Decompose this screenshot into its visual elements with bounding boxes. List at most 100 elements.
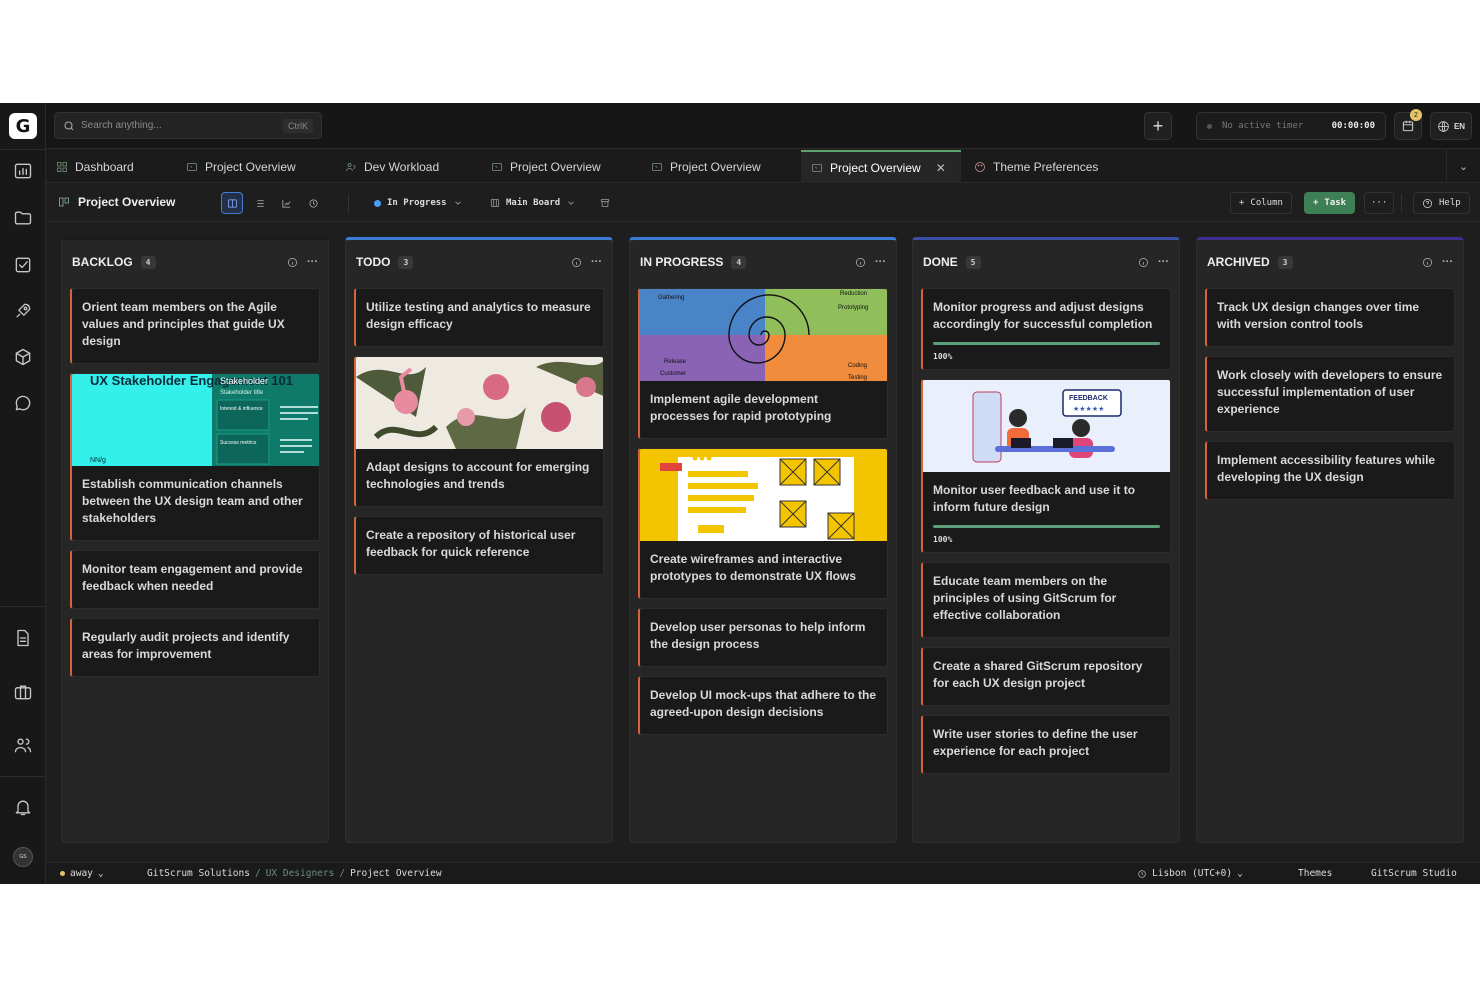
tab-project-overview-active[interactable]: Project Overview ✕ xyxy=(801,150,961,183)
tab-theme-preferences[interactable]: Theme Preferences xyxy=(964,150,1132,183)
presence-label: away xyxy=(70,868,93,879)
tab-project-overview[interactable]: Project Overview xyxy=(176,150,328,183)
add-column-button[interactable]: + Column xyxy=(1230,192,1292,214)
search-shortcut: CtrlK xyxy=(283,118,313,133)
tab-dev-workload[interactable]: Dev Workload xyxy=(335,150,475,183)
task-card[interactable]: Develop UI mock-ups that adhere to the a… xyxy=(638,676,888,735)
folder-icon[interactable] xyxy=(11,206,35,230)
tab-project-overview[interactable]: Project Overview xyxy=(481,150,633,183)
kanban-view-button[interactable] xyxy=(221,192,243,214)
board-select-value: Main Board xyxy=(506,198,561,208)
column-menu-icon[interactable]: ··· xyxy=(1442,256,1453,268)
task-card[interactable]: Create a repository of historical user f… xyxy=(354,516,604,575)
info-icon[interactable] xyxy=(571,257,582,268)
progress-percent: 100% xyxy=(933,352,953,361)
language-button[interactable]: EN xyxy=(1430,112,1472,140)
archive-button[interactable] xyxy=(600,194,610,212)
team-icon[interactable] xyxy=(11,733,35,757)
info-icon[interactable] xyxy=(287,257,298,268)
column-menu-icon[interactable]: ··· xyxy=(875,256,886,268)
list-view-button[interactable] xyxy=(249,192,271,214)
close-tab-icon[interactable]: ✕ xyxy=(936,161,946,175)
column-archived: ARCHIVED 3 ··· Track UX design changes o… xyxy=(1196,237,1464,843)
user-avatar[interactable]: GS xyxy=(13,847,33,867)
board-select-dropdown[interactable]: Main Board xyxy=(490,194,576,212)
task-card[interactable]: Gathering Reduction Prototyping Release … xyxy=(638,288,888,439)
timer-widget[interactable]: No active timer 00:00:00 xyxy=(1196,112,1386,140)
task-card[interactable]: Track UX design changes over time with v… xyxy=(1205,288,1455,347)
search-input[interactable]: Search anything... CtrlK xyxy=(54,112,322,139)
themes-link[interactable]: Themes xyxy=(1298,868,1332,879)
task-card[interactable]: Create wireframes and interactive protot… xyxy=(638,448,888,599)
breadcrumb-team[interactable]: UX Designers xyxy=(266,868,335,879)
cover-side-title: Stakeholder xyxy=(220,376,268,386)
status-bar: away ⌄ GitScrum Solutions / UX Designers… xyxy=(46,862,1480,884)
studio-link[interactable]: GitScrum Studio xyxy=(1371,868,1457,879)
column-menu-icon[interactable]: ··· xyxy=(307,256,318,268)
chart-view-button[interactable] xyxy=(275,192,297,214)
task-card[interactable]: Write user stories to define the user ex… xyxy=(921,715,1171,774)
task-card[interactable]: Orient team members on the Agile values … xyxy=(70,288,320,364)
column-menu-icon[interactable]: ··· xyxy=(1158,256,1169,268)
task-card[interactable]: Implement accessibility features while d… xyxy=(1205,441,1455,500)
more-options-button[interactable]: ··· xyxy=(1364,192,1395,214)
tabs-overflow-button[interactable]: ⌄ xyxy=(1446,150,1480,183)
help-label: Help xyxy=(1439,198,1461,208)
timeline-view-button[interactable] xyxy=(302,192,324,214)
notification-badge: 2 xyxy=(1410,109,1422,121)
info-icon[interactable] xyxy=(855,257,866,268)
tab-label: Dev Workload xyxy=(364,159,440,174)
task-card[interactable]: Create a shared GitScrum repository for … xyxy=(921,647,1171,706)
add-task-button[interactable]: + Task xyxy=(1304,192,1356,214)
task-title: Create wireframes and interactive protot… xyxy=(650,552,857,583)
column-title: BACKLOG xyxy=(72,255,133,269)
task-card[interactable]: Utilize testing and analytics to measure… xyxy=(354,288,604,347)
cycle-label-testing: Testing xyxy=(848,375,867,381)
info-icon[interactable] xyxy=(1422,257,1433,268)
task-title: Monitor team engagement and provide feed… xyxy=(82,562,303,593)
briefcase-icon[interactable] xyxy=(11,680,35,704)
chevron-down-icon xyxy=(568,201,574,205)
list-icon xyxy=(256,199,264,207)
dashboard-icon[interactable] xyxy=(11,159,35,183)
column-menu-icon[interactable]: ··· xyxy=(591,256,602,268)
top-bar: Search anything... CtrlK + No active tim… xyxy=(46,103,1480,149)
column-in-progress: IN PROGRESS 4 ··· Gathering Reduction Pr… xyxy=(629,237,897,843)
task-card[interactable]: Regularly audit projects and identify ar… xyxy=(70,618,320,677)
task-card[interactable]: Educate team members on the principles o… xyxy=(921,562,1171,638)
column-count: 4 xyxy=(731,255,747,269)
presence-selector[interactable]: away ⌄ xyxy=(60,868,104,879)
grid-icon xyxy=(57,161,67,172)
task-card[interactable]: FEEDBACK ★★★★★ Monitor user feedback and… xyxy=(921,379,1171,553)
help-button[interactable]: Help xyxy=(1413,192,1470,214)
app-window: G GS Search anything... CtrlK + No activ… xyxy=(0,103,1480,884)
page-title-text: Project Overview xyxy=(78,195,176,209)
users-icon xyxy=(346,162,356,171)
rocket-icon[interactable] xyxy=(11,299,35,323)
card-list: Monitor progress and adjust designs acco… xyxy=(921,288,1171,783)
studio-label: GitScrum Studio xyxy=(1371,868,1457,879)
tab-project-overview[interactable]: Project Overview xyxy=(641,150,793,183)
bell-icon[interactable] xyxy=(11,795,35,819)
task-card[interactable]: Monitor team engagement and provide feed… xyxy=(70,550,320,609)
task-title: Monitor user feedback and use it to info… xyxy=(933,483,1136,514)
task-card[interactable]: Adapt designs to account for emerging te… xyxy=(354,356,604,507)
task-card[interactable]: Work closely with developers to ensure s… xyxy=(1205,356,1455,432)
gitscrum-logo[interactable]: G xyxy=(9,113,37,139)
cube-icon[interactable] xyxy=(11,345,35,369)
search-icon xyxy=(64,121,74,130)
chat-icon[interactable] xyxy=(11,391,35,415)
cycle-label-customer: Customer xyxy=(660,371,686,377)
timezone-selector[interactable]: Lisbon (UTC+0) ⌄ xyxy=(1137,868,1243,879)
task-card[interactable]: Monitor progress and adjust designs acco… xyxy=(921,288,1171,370)
status-filter-dropdown[interactable]: In Progress xyxy=(374,194,463,212)
info-icon[interactable] xyxy=(1138,257,1149,268)
document-icon[interactable] xyxy=(11,626,35,650)
breadcrumb-org[interactable]: GitScrum Solutions xyxy=(147,868,250,879)
task-card[interactable]: Develop user personas to help inform the… xyxy=(638,608,888,667)
tasks-icon[interactable] xyxy=(11,253,35,277)
palette-icon xyxy=(975,161,985,172)
tab-dashboard[interactable]: Dashboard xyxy=(46,150,172,183)
task-card[interactable]: UX Stakeholder Engagement 101 Stakeholde… xyxy=(70,373,320,541)
add-button[interactable]: + xyxy=(1144,112,1172,140)
